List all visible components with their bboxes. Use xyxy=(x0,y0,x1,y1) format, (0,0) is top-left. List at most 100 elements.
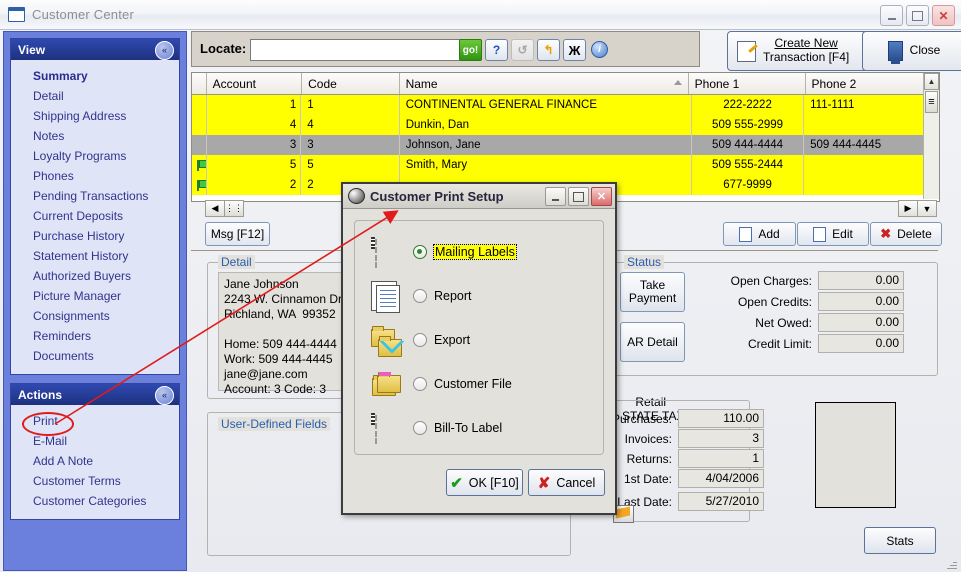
option-export[interactable]: Export xyxy=(355,317,603,363)
scroll-left-button[interactable]: ◀ xyxy=(205,200,225,217)
ar-detail-label: AR Detail xyxy=(627,334,678,349)
option-customer-file[interactable]: Customer File xyxy=(355,361,603,407)
add-button[interactable]: Add xyxy=(723,222,796,246)
view-group-header: View « xyxy=(11,39,179,60)
window-minimize-button[interactable] xyxy=(880,5,903,26)
net-owed-label: Net Owed: xyxy=(755,315,812,330)
info-icon[interactable]: i xyxy=(589,39,610,59)
create-new-line2: Transaction [F4] xyxy=(763,50,850,64)
radio-customer-file[interactable] xyxy=(413,377,427,391)
option-bill-to-label[interactable]: Bill-To Label xyxy=(355,405,603,451)
cancel-button[interactable]: ✘ Cancel xyxy=(528,469,605,496)
create-new-transaction-label: Create New Transaction [F4] xyxy=(763,36,850,65)
actions-group-title: Actions xyxy=(18,387,63,402)
print-options-group: Mailing Labels Report Export Customer Fi… xyxy=(354,220,604,455)
action-item-customer-categories[interactable]: Customer Categories xyxy=(11,491,179,511)
window-resize-grip[interactable] xyxy=(947,559,957,569)
sidebar-item-documents[interactable]: Documents xyxy=(11,346,179,366)
grid-col-name[interactable]: Name xyxy=(400,73,689,94)
ok-button[interactable]: ✔ OK [F10] xyxy=(446,469,523,496)
cell-name: Johnson, Jane xyxy=(400,135,692,155)
cell-phone2: 111-1111 xyxy=(804,95,939,115)
table-row[interactable]: 4 4 Dunkin, Dan 509 555-2999 xyxy=(192,115,939,135)
cell-account: 5 xyxy=(207,155,302,175)
radio-report[interactable] xyxy=(413,289,427,303)
locate-input[interactable] xyxy=(250,39,461,61)
table-row[interactable]: 5 5 Smith, Mary 509 555-2444 xyxy=(192,155,939,175)
option-mailing-labels[interactable]: Mailing Labels xyxy=(355,229,603,275)
sidebar-item-notes[interactable]: Notes xyxy=(11,126,179,146)
action-item-add-a-note[interactable]: Add A Note xyxy=(11,451,179,471)
view-group-title: View xyxy=(18,42,46,57)
scroll-thumb[interactable]: ≡ xyxy=(925,91,938,113)
grid-col-phone2[interactable]: Phone 2 xyxy=(806,73,939,94)
sidebar-item-consignments[interactable]: Consignments xyxy=(11,306,179,326)
grid-col-account[interactable]: Account xyxy=(207,73,303,94)
sidebar-item-purchase-history[interactable]: Purchase History xyxy=(11,226,179,246)
ok-button-label: OK [F10] xyxy=(468,475,519,490)
cell-name: Smith, Mary xyxy=(400,155,692,175)
sort-ascending-icon xyxy=(673,80,682,85)
row-flag-cell xyxy=(192,155,207,175)
open-charges-value: 0.00 xyxy=(818,271,904,290)
bookmark-arrow-icon[interactable]: ↰ xyxy=(537,39,560,61)
first-date-value: 4/04/2006 xyxy=(678,469,764,488)
action-item-customer-terms[interactable]: Customer Terms xyxy=(11,471,179,491)
radio-bill-to-label[interactable] xyxy=(413,421,427,435)
take-payment-button[interactable]: Take Payment xyxy=(620,272,685,312)
sidebar-item-pending-transactions[interactable]: Pending Transactions xyxy=(11,186,179,206)
radio-mailing-labels[interactable] xyxy=(413,245,427,259)
table-row[interactable]: 1 1 CONTINENTAL GENERAL FINANCE 222-2222… xyxy=(192,95,939,115)
customer-photo-placeholder xyxy=(815,402,896,508)
window-close-button[interactable]: ✕ xyxy=(932,5,955,26)
cell-phone2: 509 444-4445 xyxy=(804,135,939,155)
window-maximize-button[interactable] xyxy=(906,5,929,26)
stats-button[interactable]: Stats xyxy=(864,527,936,554)
edit-button[interactable]: Edit xyxy=(797,222,869,246)
sidebar-item-current-deposits[interactable]: Current Deposits xyxy=(11,206,179,226)
sidebar-item-detail[interactable]: Detail xyxy=(11,86,179,106)
sidebar-item-statement-history[interactable]: Statement History xyxy=(11,246,179,266)
grid-col-phone1[interactable]: Phone 1 xyxy=(689,73,806,94)
purchases-value: 110.00 xyxy=(678,409,764,428)
chevron-up-icon-actions[interactable]: « xyxy=(155,386,174,405)
sidebar-item-reminders[interactable]: Reminders xyxy=(11,326,179,346)
binoculars-icon[interactable]: Ж xyxy=(563,39,586,61)
grid-col-code[interactable]: Code xyxy=(302,73,400,94)
scroll-right-button[interactable]: ▶ xyxy=(898,200,918,217)
sidebar-item-shipping-address[interactable]: Shipping Address xyxy=(11,106,179,126)
exit-door-icon xyxy=(887,41,903,64)
help-question-icon[interactable]: ? xyxy=(485,39,508,61)
returns-value: 1 xyxy=(678,449,764,468)
edit-button-label: Edit xyxy=(832,227,853,241)
create-new-transaction-button[interactable]: Create New Transaction [F4] xyxy=(727,31,877,71)
dialog-minimize-button[interactable] xyxy=(545,187,566,206)
action-item-email[interactable]: E-Mail xyxy=(11,431,179,451)
delete-button[interactable]: ✖ Delete xyxy=(870,222,942,246)
cell-phone1: 509 555-2444 xyxy=(692,155,805,175)
sidebar-item-loyalty-programs[interactable]: Loyalty Programs xyxy=(11,146,179,166)
refresh-icon[interactable]: ↺ xyxy=(511,39,534,61)
scroll-up-button[interactable]: ▲ xyxy=(924,73,939,90)
option-report[interactable]: Report xyxy=(355,273,603,319)
hscroll-thumb[interactable]: ⋮⋮ xyxy=(224,200,244,217)
dialog-close-button[interactable]: ✕ xyxy=(591,187,612,206)
action-item-print[interactable]: Print xyxy=(11,411,179,431)
sidebar-item-picture-manager[interactable]: Picture Manager xyxy=(11,286,179,306)
table-row-selected[interactable]: 3 3 Johnson, Jane 509 444-4444 509 444-4… xyxy=(192,135,939,155)
scroll-down-button[interactable]: ▼ xyxy=(917,200,937,217)
grid-vertical-scrollbar[interactable]: ▲ ≡ xyxy=(923,73,939,199)
sidebar-item-phones[interactable]: Phones xyxy=(11,166,179,186)
chevron-up-icon[interactable]: « xyxy=(155,41,174,60)
dialog-maximize-button[interactable] xyxy=(568,187,589,206)
sidebar-item-authorized-buyers[interactable]: Authorized Buyers xyxy=(11,266,179,286)
go-button[interactable]: go! xyxy=(459,39,482,61)
left-navigation-panel: View « Summary Detail Shipping Address N… xyxy=(3,31,187,571)
msg-button[interactable]: Msg [F12] xyxy=(205,222,270,246)
open-charges-label: Open Charges: xyxy=(730,273,812,288)
ar-detail-button[interactable]: AR Detail xyxy=(620,322,685,362)
radio-export[interactable] xyxy=(413,333,427,347)
cell-account: 2 xyxy=(207,175,302,195)
close-button[interactable]: Close xyxy=(862,31,961,71)
sidebar-item-summary[interactable]: Summary xyxy=(11,66,179,86)
